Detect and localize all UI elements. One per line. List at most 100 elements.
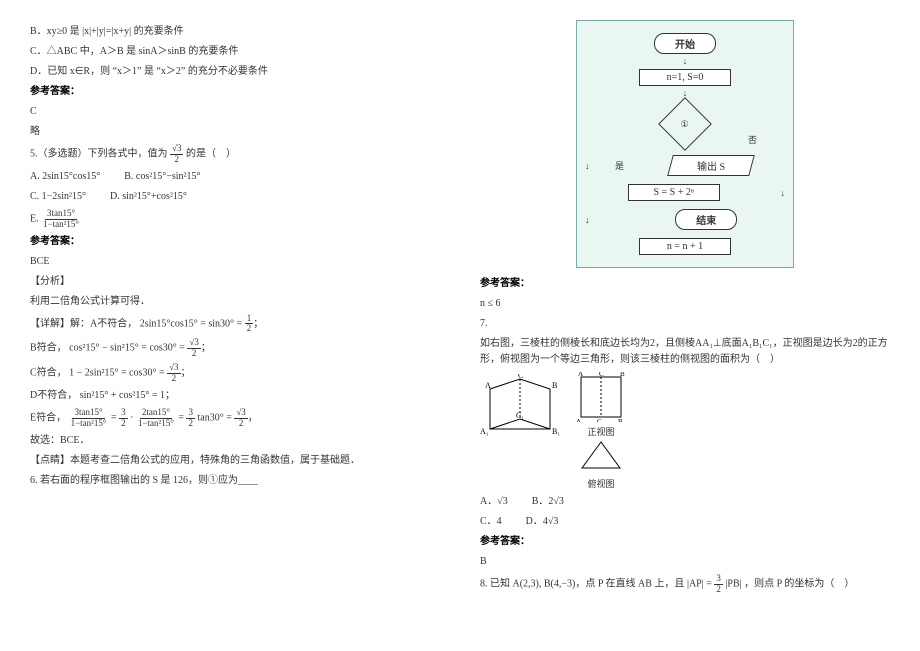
q5-a: A. 2sin15°cos15° (30, 169, 100, 185)
flowchart: 开始 ↓ n=1, S=0 ↓ ① 否 是 ↓ 输出 S S = S + 2ⁿ … (576, 20, 794, 268)
fc-yes-label: 是 (615, 159, 624, 172)
det-e-dot: · (130, 413, 133, 424)
det-a-lhs: 2sin15°cos15° = sin30° = (140, 318, 245, 329)
ans7-label: 参考答案： (480, 534, 890, 550)
svg-text:C₁: C₁ (516, 411, 524, 420)
q8-pb: |PB| (725, 579, 741, 590)
q5-stem: 5.（多选题）下列各式中，值为 √32 的是（ ） (30, 144, 440, 165)
q7-opts2: C．4 D．4√3 (480, 514, 890, 530)
detail-d: D不符合， sin²15° + cos²15° = 1； (30, 388, 440, 404)
q5-d: D. sin²15°+cos²15° (110, 189, 187, 205)
q5-b: B. cos²15°−sin²15° (124, 169, 200, 185)
det-c-pre: C符合， (30, 368, 67, 379)
ana-text: 利用二倍角公式计算可得． (30, 294, 440, 310)
q8-ap: |AP| = (687, 579, 714, 590)
fc-step-row: S = S + 2ⁿ ↓ (585, 180, 785, 205)
svg-text:A: A (485, 381, 491, 390)
right-column: 开始 ↓ n=1, S=0 ↓ ① 否 是 ↓ 输出 S S = S + 2ⁿ … (480, 20, 890, 599)
fc-end: 结束 (675, 209, 737, 230)
fc-no-label: 否 (748, 133, 757, 146)
q7-body: 如右图，三棱柱的侧棱长和底边长均为2，且侧棱AA₁⊥底面A₁B₁C₁，正视图是边… (480, 336, 890, 368)
front-view-label: 正视图 (576, 425, 626, 438)
svg-text:B₁: B₁ (618, 418, 625, 422)
det-c-frac: √32 (167, 363, 180, 384)
q8-frac: 32 (714, 574, 723, 595)
q7-b: B．2√3 (532, 494, 564, 510)
q7-figure: A C B A₁ C₁ B₁ A C B A₁ C₁ B₁ 正视图 俯视图 (480, 372, 890, 490)
arrow-down-icon: ↓ (585, 58, 785, 65)
conclusion: 故选：BCE． (30, 433, 440, 449)
ans4-label: 参考答案： (30, 84, 440, 100)
q5-row2: C. 1−2sin²15° D. sin²15°+cos²15° (30, 189, 440, 205)
detail-b: B符合， cos²15° − sin²15° = cos30° = √32； (30, 338, 440, 359)
svg-text:A: A (578, 372, 583, 378)
det-b-lhs: cos²15° − sin²15° = cos30° = (69, 343, 187, 354)
q5-frac: √32 (170, 144, 183, 165)
det-c-lhs: 1 − 2sin²15° = cos30° = (69, 368, 167, 379)
q4-opt-d: D．已知 x∈R，则 “x＞1” 是 “x＞2” 的充分不必要条件 (30, 64, 440, 80)
detail-a: 【详解】解：A不符合， 2sin15°cos15° = sin30° = 12； (30, 314, 440, 335)
q7-a: A．√3 (480, 494, 508, 510)
top-view-label: 俯视图 (576, 477, 626, 490)
svg-text:C₁: C₁ (597, 418, 604, 422)
q5-pre: 5.（多选题）下列各式中，值为 (30, 149, 168, 160)
front-view-icon: A C B A₁ C₁ B₁ (576, 372, 626, 422)
ana-label: 【分析】 (30, 274, 440, 290)
det-lbl: 【详解】解：A不符合， (30, 318, 137, 329)
arrow-down-icon: ↓ (585, 215, 590, 225)
fc-inc-row: ↓ 结束 (585, 205, 785, 234)
q5-post: 的是（ ） (186, 149, 236, 160)
arrow-down-icon: ↓ (781, 188, 786, 198)
svg-text:C: C (518, 374, 523, 380)
left-column: B．xy≥0 是 |x|+|y|=|x+y| 的充要条件 C．△ABC 中，A＞… (30, 20, 440, 599)
q7-opts1: A．√3 B．2√3 (480, 494, 890, 510)
q8-stem: 8. 已知 A(2,3), B(4,−3)，点 P 在直线 AB 上，且 |AP… (480, 574, 890, 595)
q4-opt-c: C．△ABC 中，A＞B 是 sinA＞sinB 的充要条件 (30, 44, 440, 60)
q7-num: 7. (480, 316, 890, 332)
q5-e: E. 3tan15°1−tan²15° (30, 209, 440, 230)
det-d-pre: D不符合， (30, 390, 77, 401)
q5-e-pre: E. (30, 213, 41, 224)
det-e-f2: 32 (119, 408, 128, 429)
q8-pre: 8. 已知 A(2,3), B(4,−3)，点 P 在直线 AB 上，且 (480, 579, 687, 590)
det-e-f4: 32 (186, 408, 195, 429)
svg-text:B₁: B₁ (552, 427, 560, 436)
q8-post: ，则点 P 的坐标为（ ） (744, 579, 854, 590)
det-e-f1: 3tan15°1−tan²15° (69, 408, 109, 429)
fc-start: 开始 (654, 33, 716, 54)
svg-text:C: C (599, 372, 604, 378)
svg-text:B: B (620, 372, 625, 378)
fc-step: S = S + 2ⁿ (628, 184, 720, 201)
ans6-value: n ≤ 6 (480, 296, 890, 312)
top-view-icon (576, 438, 626, 474)
ans6-label: 参考答案： (480, 276, 890, 292)
ans4-skip: 略 (30, 124, 440, 140)
ans5-value: BCE (30, 254, 440, 270)
q7-d: D．4√3 (526, 514, 559, 530)
ans4-value: C (30, 104, 440, 120)
detail-c: C符合， 1 − 2sin²15° = cos30° = √32； (30, 363, 440, 384)
det-b-frac: √32 (187, 338, 200, 359)
arrow-down-icon: ↓ (585, 161, 590, 171)
fc-inc: n = n + 1 (639, 238, 731, 255)
prism-icon: A C B A₁ C₁ B₁ (480, 374, 560, 444)
svg-text:A₁: A₁ (576, 418, 584, 422)
q6-stem: 6. 若右面的程序框图输出的 S 是 126，则①应为____ (30, 473, 440, 489)
det-e-tan: tan30° = (197, 413, 234, 424)
q5-c: C. 1−2sin²15° (30, 189, 86, 205)
views-block: A C B A₁ C₁ B₁ 正视图 俯视图 (576, 372, 626, 490)
det-e-f3: 2tan15°1−tan²15° (136, 408, 176, 429)
ans7-value: B (480, 554, 890, 570)
ans5-label: 参考答案： (30, 234, 440, 250)
det-e-f5: √32 (234, 408, 247, 429)
det-b-pre: B符合， (30, 343, 67, 354)
det-e-eq2: = (178, 413, 186, 424)
det-a-frac: 12 (245, 314, 254, 335)
det-e-pre: E符合， (30, 413, 66, 424)
q5-e-frac: 3tan15°1−tan²15° (41, 209, 81, 230)
fc-output: 输出 S (667, 155, 755, 176)
fc-init: n=1, S=0 (639, 69, 731, 86)
q5-row1: A. 2sin15°cos15° B. cos²15°−sin²15° (30, 169, 440, 185)
point: 【点睛】本题考查二倍角公式的应用，特殊角的三角函数值，属于基础题． (30, 453, 440, 469)
det-d-lhs: sin²15° + cos²15° = 1 (80, 390, 165, 401)
